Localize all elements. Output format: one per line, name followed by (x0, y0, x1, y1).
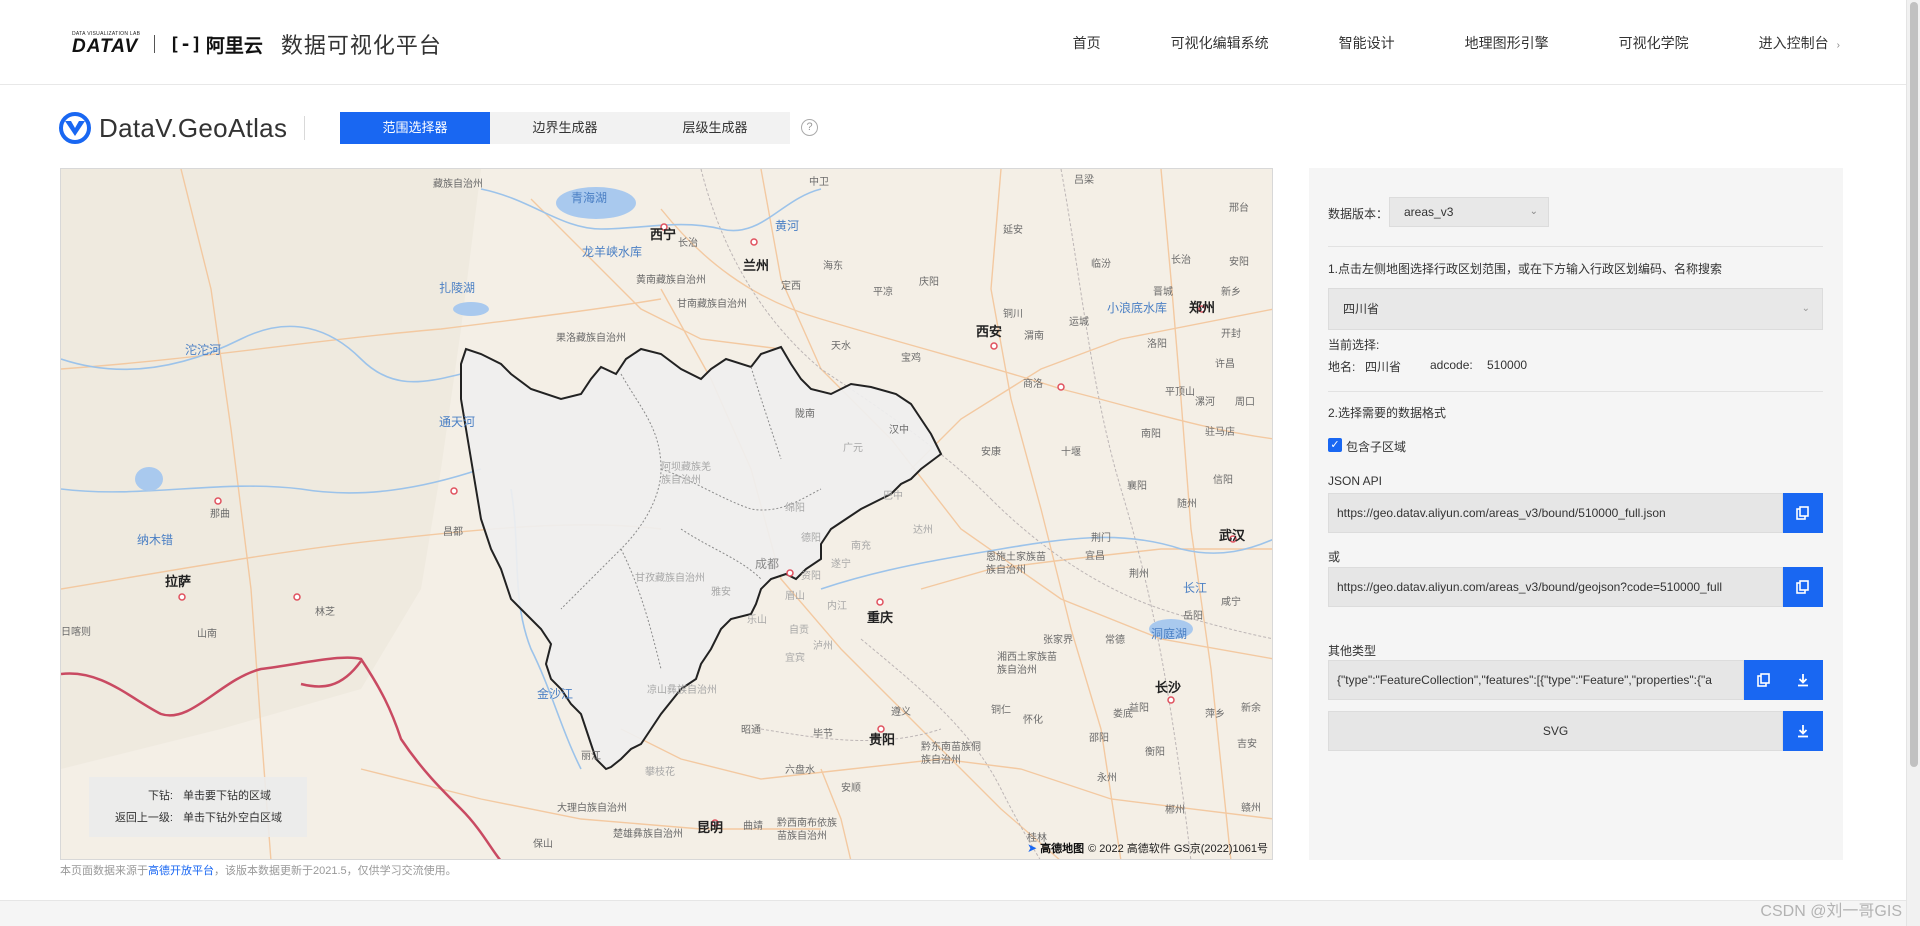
hint-back-key: 返回上一级: (114, 812, 173, 824)
svg-format-field[interactable]: SVG (1328, 711, 1783, 751)
copy-json-api-button[interactable] (1783, 493, 1823, 533)
download-icon (1798, 673, 1808, 687)
brand[interactable]: DATA VISUALIZATION LAB DATAV [-] 阿里云 数据可… (72, 24, 442, 64)
nav-home[interactable]: 首页 (1073, 33, 1101, 53)
aliyun-bracket-icon: [-] (169, 33, 202, 55)
map-canvas[interactable]: 藏族自治州 中卫 吕梁 邢台 青海湖 黄河 西宁 长治 延安 兰州 龙羊峡水库 … (60, 168, 1273, 860)
chevron-right-icon: › (1836, 39, 1840, 51)
map-copyright: © 2022 高德软件 GS京(2022)1061号 (1088, 843, 1268, 855)
source-note-suffix: ，该版本数据更新于2021.5，仅供学习交流使用。 (214, 865, 457, 877)
bottom-strip (0, 900, 1906, 926)
adcode-label: adcode: (1430, 358, 1473, 372)
adcode-value: 510000 (1487, 358, 1528, 372)
step2-instruction: 2.选择需要的数据格式 (1328, 406, 1447, 420)
hint-drill-value: 单击要下钻的区域 (183, 790, 271, 802)
aliyun-logo[interactable]: [-] 阿里云 (169, 31, 263, 58)
nav-visual-editor[interactable]: 可视化编辑系统 (1171, 33, 1269, 53)
amap-logo[interactable]: 高德地图 (1040, 840, 1084, 856)
region-select-value: 四川省 (1343, 302, 1380, 316)
source-note: 本页面数据来源于高德开放平台，该版本数据更新于2021.5，仅供学习交流使用。 (60, 862, 457, 878)
region-search-select[interactable]: 四川省 ⌄ (1328, 288, 1823, 330)
tab-boundary-generator[interactable]: 边界生成器 (490, 112, 640, 144)
download-icon (1798, 724, 1808, 738)
copy-icon (1796, 579, 1809, 594)
nav-console-label: 进入控制台 (1758, 34, 1829, 51)
version-select[interactable]: areas_v3 ⌄ (1389, 197, 1549, 227)
amap-arrow-icon: ➤ (1027, 841, 1038, 855)
hint-back-value: 单击下钻外空白区域 (183, 812, 282, 824)
amap-open-platform-link[interactable]: 高德开放平台 (148, 865, 214, 877)
map-drill-hint: 下钻: 单击要下钻的区域 返回上一级: 单击下钻外空白区域 (89, 777, 307, 837)
top-header: DATA VISUALIZATION LAB DATAV [-] 阿里云 数据可… (0, 0, 1920, 85)
step1-instruction: 1.点击左侧地图选择行政区划范围，或在下方输入行政区划编码、名称搜索 (1328, 262, 1723, 276)
download-geojson-button[interactable] (1783, 660, 1823, 700)
divider (1328, 391, 1823, 392)
chevron-down-icon: ⌄ (1801, 303, 1810, 314)
datav-logo[interactable]: DATA VISUALIZATION LAB DATAV (72, 31, 140, 57)
place-name-value: 四川省 (1365, 360, 1402, 374)
hint-row-back: 返回上一级: 单击下钻外空白区域 (99, 807, 297, 829)
help-icon[interactable]: ? (801, 119, 818, 136)
download-svg-button[interactable] (1783, 711, 1823, 751)
place-name-label: 地名: (1328, 360, 1356, 374)
version-label: 数据版本： (1328, 207, 1389, 221)
brand-divider (304, 116, 305, 140)
include-subregion-label[interactable]: 包含子区域 (1346, 438, 1406, 455)
nav-academy[interactable]: 可视化学院 (1619, 33, 1689, 53)
geojson-url-field[interactable]: https://geo.datav.aliyun.com/areas_v3/bo… (1328, 567, 1783, 607)
geoatlas-logo-icon (59, 112, 91, 144)
copy-icon (1757, 672, 1770, 687)
copy-icon (1796, 505, 1809, 520)
geojson-text-field[interactable]: {"type":"FeatureCollection","features":[… (1328, 660, 1744, 700)
brand-separator (154, 35, 156, 53)
nav-smart-design[interactable]: 智能设计 (1339, 33, 1395, 53)
hint-row-drill: 下钻: 单击要下钻的区域 (99, 785, 297, 807)
current-selection-label: 当前选择: (1328, 338, 1380, 352)
tab-range-selector[interactable]: 范围选择器 (340, 112, 490, 144)
platform-title: 数据可视化平台 (280, 33, 442, 58)
top-nav: 首页 可视化编辑系统 智能设计 地理图形引擎 可视化学院 进入控制台 › (1003, 0, 1840, 85)
tool-tabs: 范围选择器 边界生成器 层级生成器 (340, 112, 790, 144)
aliyun-logo-text: 阿里云 (205, 35, 263, 57)
csdn-watermark: CSDN @刘一哥GIS (1760, 903, 1902, 920)
copy-geojson-text-button[interactable] (1744, 660, 1784, 700)
scrollbar-thumb[interactable] (1910, 2, 1918, 767)
or-label: 或 (1328, 550, 1341, 564)
copy-geojson-url-button[interactable] (1783, 567, 1823, 607)
chevron-down-icon: ⌄ (1529, 206, 1538, 217)
map-base-layer[interactable] (61, 169, 1273, 860)
map-attribution: ➤ 高德地图 © 2022 高德软件 GS京(2022)1061号 (1027, 840, 1268, 856)
include-subregion-checkbox[interactable]: ✓ (1328, 438, 1342, 452)
options-panel: 数据版本： areas_v3 ⌄ 1.点击左侧地图选择行政区划范围，或在下方输入… (1309, 168, 1843, 860)
tab-level-generator[interactable]: 层级生成器 (640, 112, 790, 144)
nav-geo-engine[interactable]: 地理图形引擎 (1465, 33, 1549, 53)
source-note-prefix: 本页面数据来源于 (60, 865, 148, 877)
datav-logo-text: DATAV (72, 36, 139, 57)
divider (1328, 246, 1823, 247)
version-select-value: areas_v3 (1404, 205, 1454, 219)
geoatlas-brand-text: DataV.GeoAtlas (99, 112, 288, 143)
hint-drill-key: 下钻: (147, 790, 173, 802)
json-api-label: JSON API (1328, 474, 1383, 488)
page-scrollbar[interactable] (1906, 0, 1920, 926)
other-types-label: 其他类型 (1328, 644, 1377, 658)
json-api-url-field[interactable]: https://geo.datav.aliyun.com/areas_v3/bo… (1328, 493, 1783, 533)
geoatlas-brand[interactable]: DataV.GeoAtlas (59, 112, 287, 144)
nav-console[interactable]: 进入控制台 › (1759, 33, 1840, 53)
